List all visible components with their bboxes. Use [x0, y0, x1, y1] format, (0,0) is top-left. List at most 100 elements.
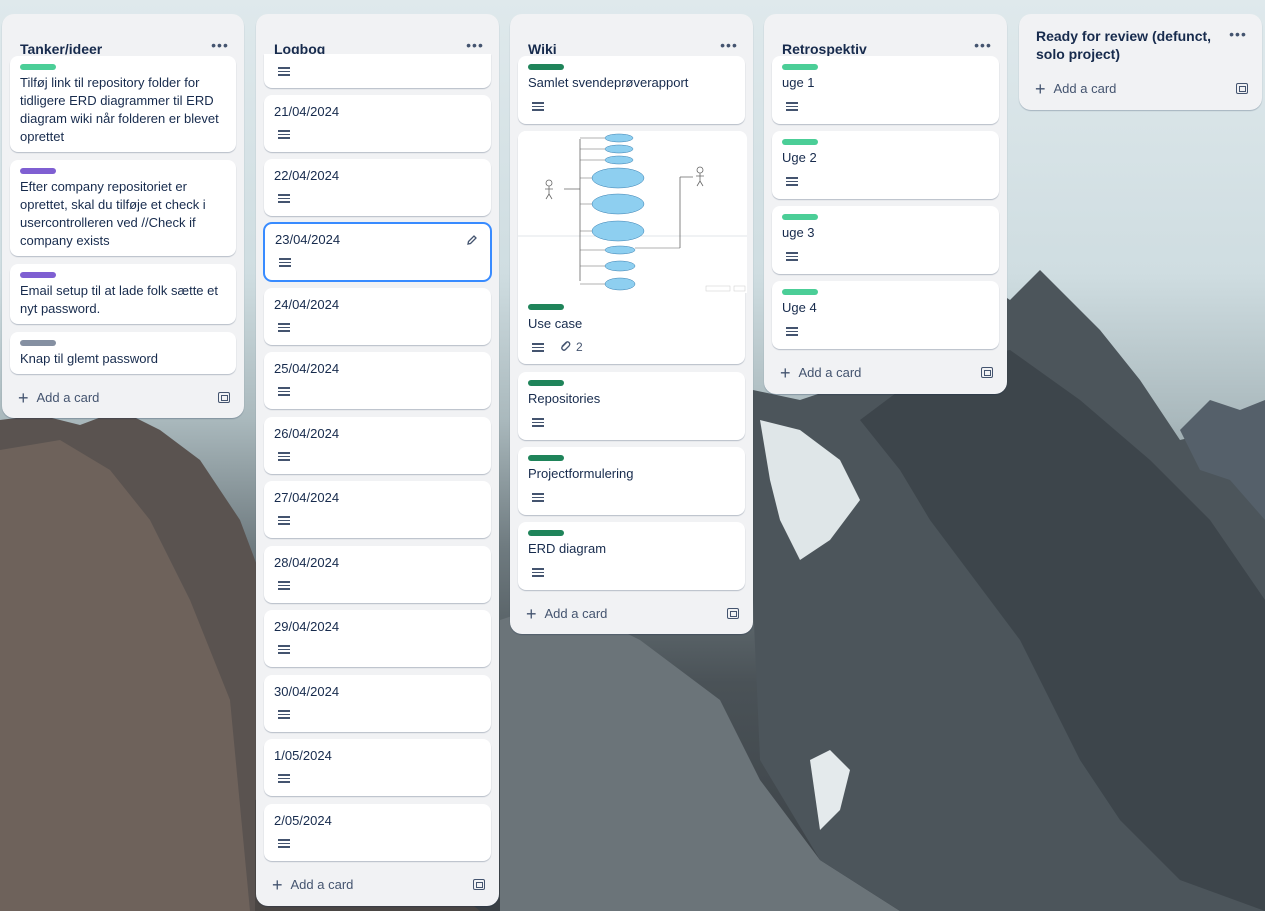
- add-card-button[interactable]: + Add a card: [526, 605, 607, 623]
- pencil-icon[interactable]: [466, 234, 478, 246]
- add-card-label: Add a card: [290, 877, 354, 892]
- card[interactable]: Email setup til at lade folk sætte et ny…: [10, 264, 236, 324]
- description-icon: [278, 452, 290, 461]
- card-title: 30/04/2024: [274, 684, 340, 699]
- card[interactable]: Uge 2: [772, 131, 999, 199]
- card[interactable]: Repositories: [518, 372, 745, 440]
- card-title: Knap til glemt password: [20, 351, 159, 366]
- label-green[interactable]: [782, 64, 818, 70]
- use-case-diagram-cover: [518, 131, 747, 293]
- card[interactable]: uge 1: [772, 56, 999, 124]
- card-template-icon[interactable]: [473, 879, 485, 890]
- more-horizontal-icon[interactable]: •••: [1226, 27, 1250, 47]
- add-card-button[interactable]: + Add a card: [1035, 80, 1116, 98]
- more-horizontal-icon[interactable]: •••: [971, 38, 995, 58]
- description-icon: [532, 343, 544, 352]
- list-title[interactable]: Ready for review (defunct, solo project): [1036, 27, 1226, 63]
- description-icon: [278, 581, 290, 590]
- label-darkgreen[interactable]: [528, 304, 564, 310]
- add-card-button[interactable]: + Add a card: [780, 364, 861, 382]
- description-icon: [786, 102, 798, 111]
- card-title: 22/04/2024: [274, 168, 340, 183]
- description-icon: [786, 252, 798, 261]
- card[interactable]: 26/04/2024: [264, 417, 491, 474]
- more-horizontal-icon[interactable]: •••: [208, 38, 232, 58]
- description-icon: [278, 194, 290, 203]
- description-icon: [532, 493, 544, 502]
- label-purple[interactable]: [20, 168, 56, 174]
- add-card-label: Add a card: [544, 606, 608, 621]
- card-template-icon[interactable]: [981, 367, 993, 378]
- add-card-button[interactable]: + Add a card: [272, 876, 353, 894]
- card[interactable]: Efter company repositoriet er oprettet, …: [10, 160, 236, 256]
- add-card-button[interactable]: + Add a card: [18, 389, 99, 407]
- label-purple[interactable]: [20, 272, 56, 278]
- list-ready-for-review: Ready for review (defunct, solo project)…: [1019, 14, 1262, 110]
- card[interactable]: Uge 4: [772, 281, 999, 349]
- label-green[interactable]: [782, 139, 818, 145]
- card-title: uge 3: [782, 225, 815, 240]
- description-icon: [278, 387, 290, 396]
- card-title: 27/04/2024: [274, 490, 340, 505]
- add-card-label: Add a card: [798, 365, 862, 380]
- card-title: Use case: [528, 316, 583, 331]
- label-green[interactable]: [782, 214, 818, 220]
- card[interactable]: Samlet svendeprøverapport: [518, 56, 745, 124]
- label-gray[interactable]: [20, 340, 56, 346]
- card[interactable]: 25/04/2024: [264, 352, 491, 409]
- add-card-label: Add a card: [1053, 81, 1117, 96]
- more-horizontal-icon[interactable]: •••: [717, 38, 741, 58]
- paperclip-icon: [561, 341, 571, 351]
- card[interactable]: 24/04/2024: [264, 288, 491, 345]
- card-title: 29/04/2024: [274, 619, 340, 634]
- card-title: 21/04/2024: [274, 104, 340, 119]
- card[interactable]: 27/04/2024: [264, 481, 491, 538]
- card[interactable]: 22/04/2024: [264, 159, 491, 216]
- card-title: ERD diagram: [528, 541, 607, 556]
- card[interactable]: 30/04/2024: [264, 675, 491, 732]
- description-icon: [278, 645, 290, 654]
- card[interactable]: uge 3: [772, 206, 999, 274]
- card-title: 23/04/2024: [275, 232, 341, 247]
- description-icon: [278, 130, 290, 139]
- card-title: Email setup til at lade folk sætte et ny…: [20, 283, 218, 316]
- card-title: Uge 2: [782, 150, 817, 165]
- card[interactable]: Projectformulering: [518, 447, 745, 515]
- description-icon: [279, 258, 291, 267]
- description-icon: [532, 568, 544, 577]
- card[interactable]: ERD diagram: [518, 522, 745, 590]
- card[interactable]: 2/05/2024: [264, 804, 491, 861]
- label-darkgreen[interactable]: [528, 455, 564, 461]
- card[interactable]: 1/05/2024: [264, 739, 491, 796]
- card[interactable]: Tilføj link til repository folder for ti…: [10, 56, 236, 152]
- label-darkgreen[interactable]: [528, 64, 564, 70]
- card[interactable]: [264, 54, 491, 88]
- add-card-label: Add a card: [36, 390, 100, 405]
- label-darkgreen[interactable]: [528, 380, 564, 386]
- card-title: Uge 4: [782, 300, 817, 315]
- card-template-icon[interactable]: [218, 392, 230, 403]
- card-title: Samlet svendeprøverapport: [528, 75, 689, 90]
- card-title: 25/04/2024: [274, 361, 340, 376]
- description-icon: [532, 418, 544, 427]
- label-green[interactable]: [782, 289, 818, 295]
- card-title: Efter company repositoriet er oprettet, …: [20, 179, 206, 248]
- card[interactable]: 28/04/2024: [264, 546, 491, 603]
- card-title: 28/04/2024: [274, 555, 340, 570]
- card[interactable]: 23/04/2024: [264, 223, 491, 281]
- card[interactable]: Use case 2: [518, 131, 747, 364]
- card-title: 24/04/2024: [274, 297, 340, 312]
- attachment-count: 2: [576, 340, 583, 354]
- list-wiki: Wiki ••• Samlet svendeprøverapport Use c…: [510, 14, 753, 634]
- card-title: Repositories: [528, 391, 601, 406]
- label-green[interactable]: [20, 64, 56, 70]
- description-icon: [278, 323, 290, 332]
- label-darkgreen[interactable]: [528, 530, 564, 536]
- description-icon: [278, 67, 290, 76]
- plus-icon: +: [780, 363, 791, 383]
- card[interactable]: 29/04/2024: [264, 610, 491, 667]
- card[interactable]: Knap til glemt password: [10, 332, 236, 374]
- card-template-icon[interactable]: [1236, 83, 1248, 94]
- card[interactable]: 21/04/2024: [264, 95, 491, 152]
- card-template-icon[interactable]: [727, 608, 739, 619]
